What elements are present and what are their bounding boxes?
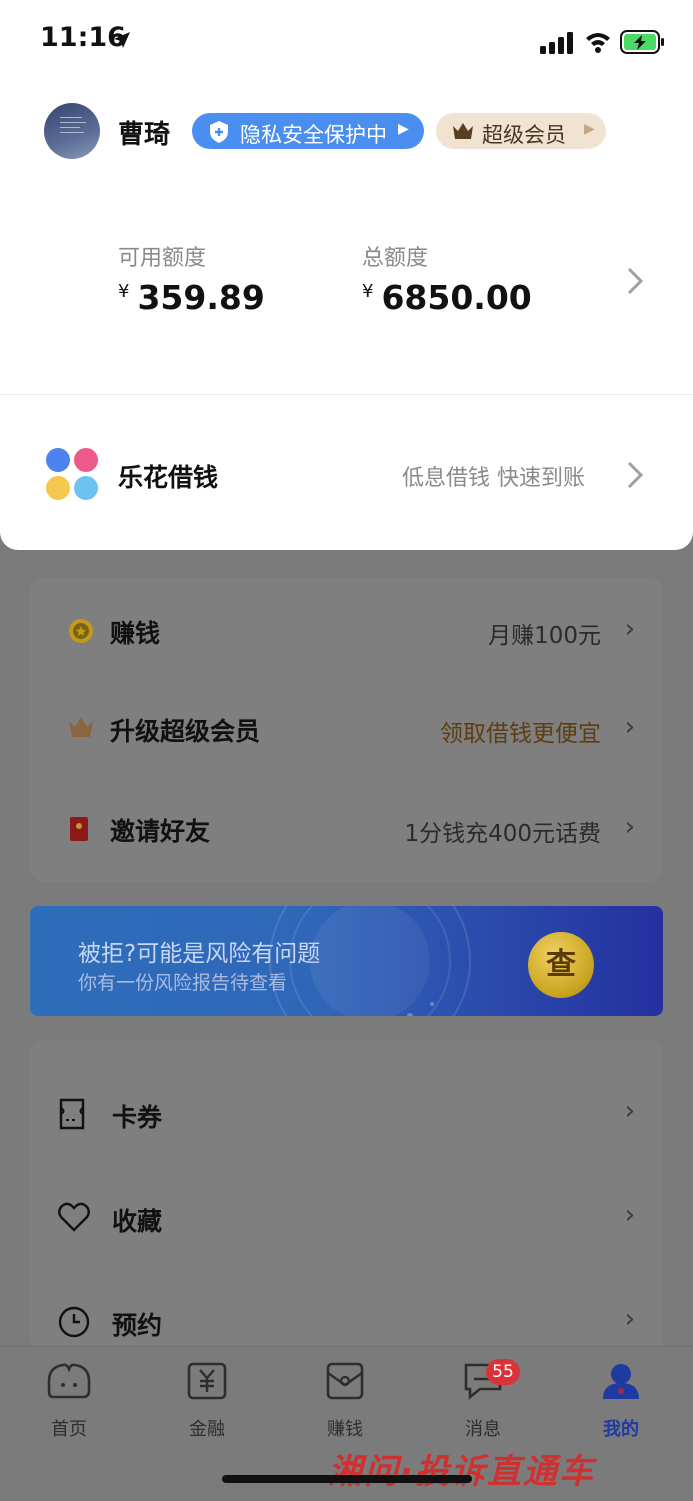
cellular-signal-icon: [540, 32, 573, 54]
caret-right-icon: ▶: [584, 121, 595, 137]
chevron-right-icon: ›: [624, 712, 635, 742]
list-item-title: 邀请好友: [110, 817, 211, 846]
battery-charging-icon: [620, 30, 664, 54]
list-item-title: 卡券: [112, 1103, 163, 1132]
account-summary-card: 11:16 曹琦 隐私安全保护中 ▶ 超级会员 ▶ 可用额度 ¥359.89 总…: [0, 0, 693, 550]
user-name: 曹琦: [118, 120, 171, 150]
user-profile-icon: [603, 1364, 639, 1399]
list-item-favorites[interactable]: 收藏 ›: [30, 1180, 663, 1260]
list-item-subtitle: 1分钱充400元话费: [404, 821, 601, 847]
chevron-right-icon: ›: [624, 1304, 635, 1334]
available-credit-label: 可用额度: [118, 246, 207, 271]
list-item-coupons[interactable]: 卡券 ›: [30, 1076, 663, 1156]
wifi-icon: [586, 33, 610, 53]
caret-right-icon: ▶: [398, 121, 409, 137]
tab-label: 首页: [51, 1419, 87, 1440]
lehua-loan-subtitle[interactable]: 低息借钱 快速到账: [402, 460, 585, 492]
tab-mine[interactable]: 我的: [576, 1361, 666, 1441]
lehua-loan-title[interactable]: 乐花借钱: [118, 458, 218, 494]
home-indicator[interactable]: [222, 1475, 472, 1483]
tab-label: 金融: [189, 1419, 225, 1440]
ticket-icon: [59, 1098, 85, 1130]
list-item-upgrade-vip[interactable]: 升级超级会员 领取借钱更便宜 ›: [30, 688, 663, 768]
total-credit-amount[interactable]: ¥6850.00: [362, 278, 532, 317]
risk-report-banner[interactable]: 被拒?可能是风险有问题 你有一份风险报告待查看 查: [30, 906, 663, 1016]
avatar[interactable]: [44, 103, 100, 159]
tab-earn[interactable]: 赚钱: [300, 1361, 390, 1441]
benefits-card: 赚钱 月赚100元 › 升级超级会员 领取借钱更便宜 › 邀请好友 1分钱充40…: [30, 578, 663, 882]
chevron-right-icon: ›: [624, 614, 635, 644]
wallet-icon: [326, 1362, 364, 1400]
tab-finance[interactable]: 金融: [162, 1361, 252, 1441]
chevron-right-icon[interactable]: [626, 460, 644, 490]
list-item-title: 升级超级会员: [110, 717, 261, 746]
total-credit-label: 总额度: [362, 246, 429, 271]
list-item-subtitle: 领取借钱更便宜: [440, 721, 601, 747]
chevron-right-icon: ›: [624, 812, 635, 842]
clock-icon: [58, 1306, 90, 1338]
list-item-earn[interactable]: 赚钱 月赚100元 ›: [30, 590, 663, 670]
super-vip-badge[interactable]: 超级会员 ▶: [436, 113, 606, 149]
tab-label: 消息: [465, 1419, 501, 1440]
heart-icon: [58, 1202, 90, 1232]
banner-subtitle: 你有一份风险报告待查看: [78, 972, 288, 994]
available-credit-amount[interactable]: ¥359.89: [118, 278, 265, 317]
location-arrow-icon: [114, 32, 130, 48]
check-button[interactable]: 查: [528, 932, 594, 998]
chevron-right-icon[interactable]: [626, 266, 644, 296]
services-card: 卡券 › 收藏 › 预约 ›: [30, 1040, 663, 1350]
home-face-icon: [47, 1363, 91, 1399]
list-item-title: 预约: [112, 1311, 163, 1340]
status-bar: 11:16: [0, 0, 693, 88]
privacy-badge-label: 隐私安全保护中: [240, 123, 387, 147]
chevron-right-icon: ›: [624, 1096, 635, 1126]
unread-badge: 55: [486, 1359, 520, 1385]
coin-icon: [69, 619, 93, 643]
red-envelope-icon: [70, 817, 88, 841]
lehua-logo-icon: [46, 448, 98, 500]
finance-icon: [187, 1362, 227, 1400]
tab-label: 我的: [603, 1419, 639, 1440]
list-item-title: 赚钱: [110, 619, 161, 648]
divider: [0, 394, 693, 395]
list-item-subtitle: 月赚100元: [488, 623, 601, 649]
tab-messages[interactable]: 55 消息: [438, 1359, 528, 1441]
shield-plus-icon: [210, 121, 228, 143]
crown-icon: [453, 123, 473, 139]
vip-badge-label: 超级会员: [482, 123, 566, 147]
list-item-title: 收藏: [112, 1207, 163, 1236]
privacy-protection-badge[interactable]: 隐私安全保护中 ▶: [192, 113, 424, 149]
banner-title: 被拒?可能是风险有问题: [78, 941, 321, 967]
tab-label: 赚钱: [327, 1419, 363, 1440]
watermark: 湘问·投诉直通车: [328, 1452, 595, 1492]
list-item-invite-friends[interactable]: 邀请好友 1分钱充400元话费 ›: [30, 788, 663, 868]
crown-icon: [69, 717, 93, 737]
tab-home[interactable]: 首页: [24, 1361, 114, 1441]
chevron-right-icon: ›: [624, 1200, 635, 1230]
